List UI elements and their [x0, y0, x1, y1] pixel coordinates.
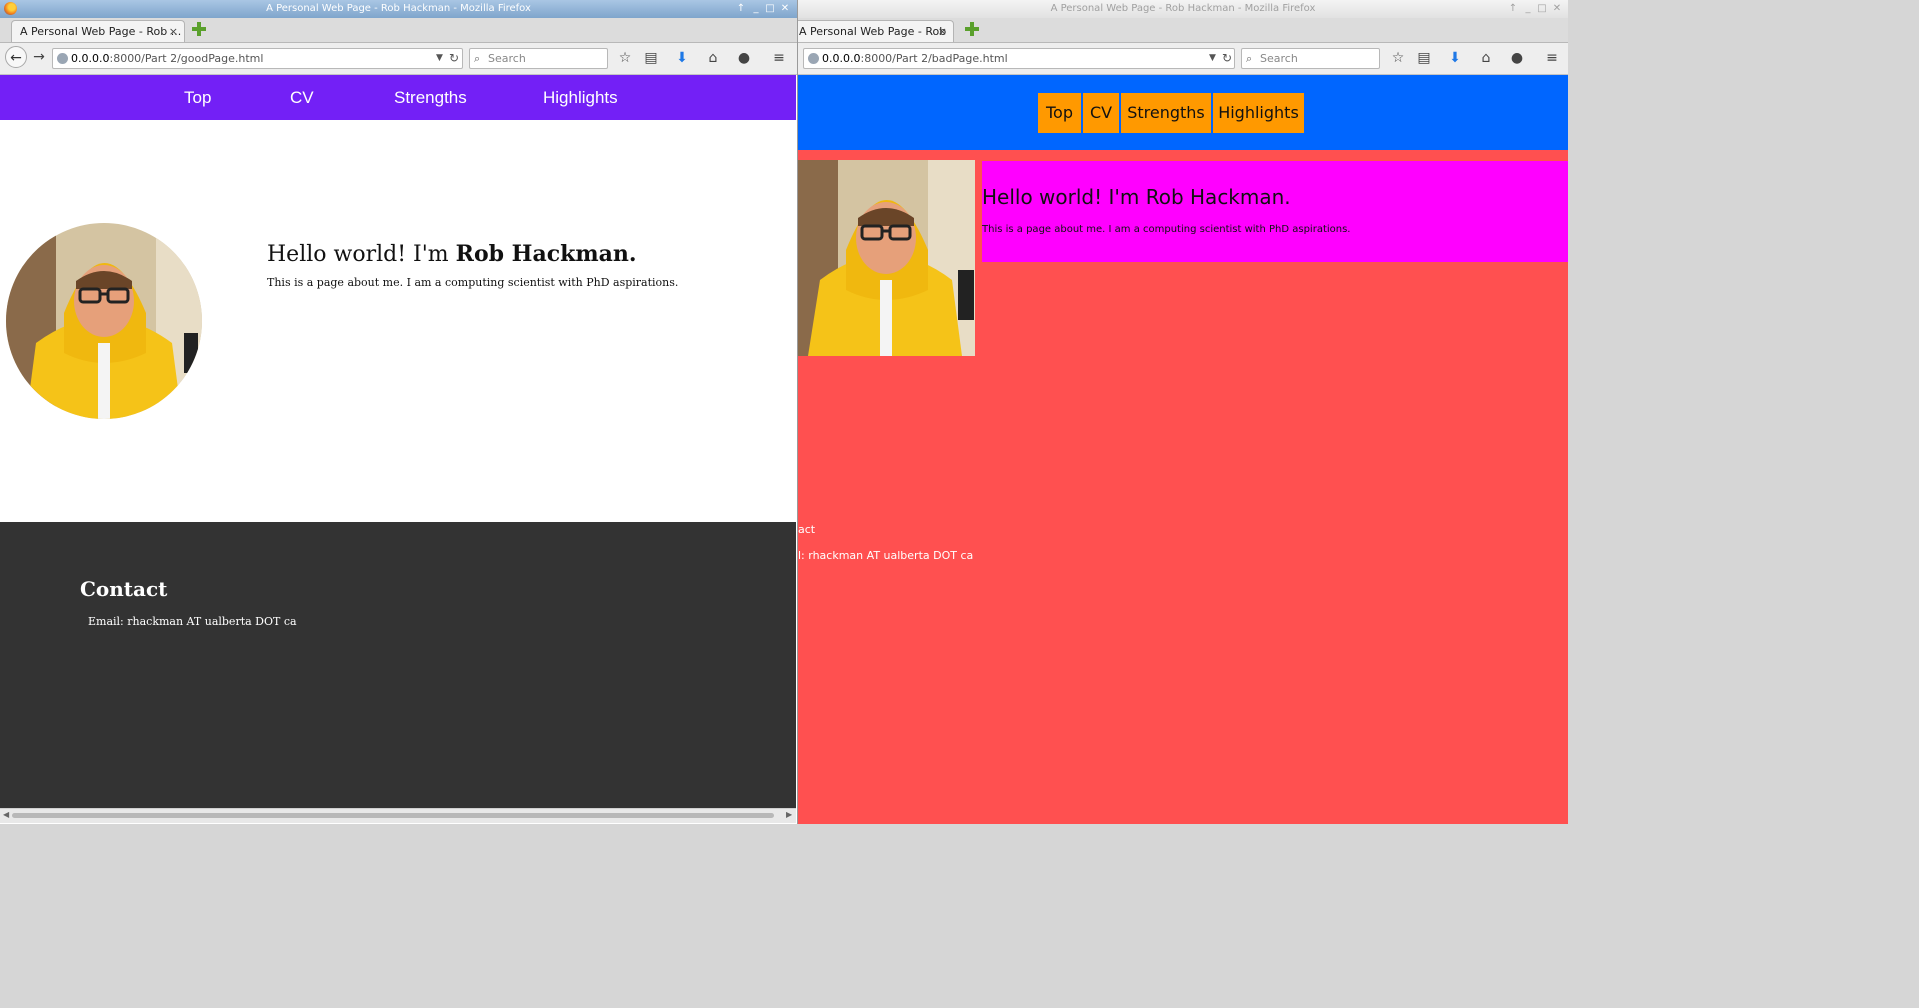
- good-nav-bar: Top CV Strengths Highlights: [0, 75, 796, 120]
- new-tab-icon[interactable]: [192, 22, 206, 36]
- url-dropdown-icon[interactable]: ▼: [436, 49, 443, 68]
- browser-tab[interactable]: A Personal Web Page - Rob ... ×: [798, 20, 954, 60]
- profile-photo-round: [6, 223, 202, 419]
- horizontal-scrollbar[interactable]: ◀ ▶: [0, 808, 796, 823]
- bookmark-star-icon[interactable]: ☆: [616, 49, 634, 67]
- contact-email: Email: rhackman AT ualberta DOT ca: [88, 615, 297, 628]
- intro-heading: Hello world! I'm Rob Hackman.: [982, 185, 1291, 209]
- name-bold: Rob Hackman.: [455, 241, 637, 267]
- good-page-viewport: Top CV Strengths Highlights Hello world!: [0, 75, 797, 824]
- search-icon: ⌕: [1246, 52, 1253, 65]
- tab-strip: A Personal Web Page - Rob ... ×: [798, 18, 1568, 60]
- firefox-logo-icon: [4, 2, 17, 15]
- url-bar[interactable]: 0.0.0.0:8000/Part 2/goodPage.html ▼ ↻: [52, 48, 463, 69]
- window-minimize-icon[interactable]: _: [749, 0, 763, 18]
- nav-toolbar: ← → 0.0.0.0:8000/Part 2/goodPage.html ▼ …: [0, 43, 797, 75]
- url-dropdown-icon[interactable]: ▼: [1209, 49, 1216, 68]
- nav-link-highlights[interactable]: Highlights: [543, 75, 618, 120]
- bad-nav-bar: Top CV Strengths Highlights: [798, 75, 1568, 150]
- browser-window-bad: A Personal Web Page - Rob Hackman - Mozi…: [797, 0, 1568, 824]
- scroll-right-icon[interactable]: ▶: [786, 810, 792, 819]
- contact-email-clipped: l: rhackman AT ualberta DOT ca: [798, 549, 974, 562]
- url-text: 0.0.0.0:8000/Part 2/badPage.html: [822, 52, 1008, 65]
- forward-icon[interactable]: →: [30, 48, 48, 66]
- intro-box: [982, 161, 1568, 262]
- home-icon[interactable]: ⌂: [1477, 49, 1495, 67]
- home-icon[interactable]: ⌂: [704, 49, 722, 67]
- reading-list-icon[interactable]: ▤: [1415, 49, 1433, 67]
- globe-icon: [808, 53, 819, 64]
- browser-window-good: A Personal Web Page - Rob Hackman - Mozi…: [0, 0, 797, 824]
- back-icon[interactable]: ←: [5, 46, 27, 68]
- reload-icon[interactable]: ↻: [449, 49, 459, 68]
- intro-heading: Hello world! I'm Rob Hackman.: [267, 241, 637, 267]
- window-close-icon[interactable]: ✕: [1550, 0, 1564, 18]
- window-maximize-icon[interactable]: □: [1535, 0, 1549, 18]
- reading-list-icon[interactable]: ▤: [642, 49, 660, 67]
- window-titlebar: A Personal Web Page - Rob Hackman - Mozi…: [0, 0, 797, 18]
- scrollbar-thumb[interactable]: [12, 813, 774, 818]
- contact-heading: Contact: [80, 577, 168, 601]
- profile-photo-image: [6, 223, 202, 419]
- tab-close-icon[interactable]: ×: [169, 21, 178, 43]
- window-titlebar: A Personal Web Page - Rob Hackman - Mozi…: [798, 0, 1568, 18]
- bookmark-star-icon[interactable]: ☆: [1389, 49, 1407, 67]
- intro-description: This is a page about me. I am a computin…: [982, 224, 1351, 235]
- search-input[interactable]: ⌕ Search: [1241, 48, 1380, 69]
- downloads-icon[interactable]: ⬇: [673, 49, 691, 67]
- search-icon: ⌕: [474, 52, 481, 65]
- downloads-icon[interactable]: ⬇: [1446, 49, 1464, 67]
- window-close-icon[interactable]: ✕: [778, 0, 792, 18]
- hamburger-menu-icon[interactable]: ≡: [770, 49, 788, 67]
- contact-footer: Contact Email: rhackman AT ualberta DOT …: [0, 522, 796, 812]
- window-title: A Personal Web Page - Rob Hackman - Mozi…: [266, 3, 531, 14]
- new-tab-icon[interactable]: [965, 22, 979, 36]
- intro-description: This is a page about me. I am a computin…: [267, 276, 679, 289]
- nav-link-strengths[interactable]: Strengths: [394, 75, 467, 120]
- nav-button-strengths[interactable]: Strengths: [1121, 93, 1211, 133]
- browser-tab[interactable]: A Personal Web Page - Rob ... ×: [11, 20, 185, 42]
- hamburger-menu-icon[interactable]: ≡: [1543, 49, 1561, 67]
- window-title: A Personal Web Page - Rob Hackman - Mozi…: [1050, 3, 1316, 14]
- bad-page-viewport: Top CV Strengths Highlights Hello world!…: [798, 75, 1568, 824]
- chat-icon[interactable]: ●: [1508, 49, 1526, 67]
- chat-icon[interactable]: ●: [735, 49, 753, 67]
- url-bar[interactable]: 0.0.0.0:8000/Part 2/badPage.html ▼ ↻: [803, 48, 1235, 69]
- nav-toolbar: 0.0.0.0:8000/Part 2/badPage.html ▼ ↻ ⌕ S…: [798, 43, 1568, 75]
- tab-strip: A Personal Web Page - Rob ... ×: [0, 18, 797, 43]
- url-text: 0.0.0.0:8000/Part 2/goodPage.html: [71, 52, 264, 65]
- window-minimize-icon[interactable]: _: [1521, 0, 1535, 18]
- profile-photo-square: [798, 160, 975, 356]
- tab-title: A Personal Web Page - Rob ...: [20, 25, 182, 38]
- reload-icon[interactable]: ↻: [1222, 49, 1232, 68]
- scroll-left-icon[interactable]: ◀: [3, 810, 9, 819]
- window-maximize-icon[interactable]: □: [763, 0, 777, 18]
- nav-button-cv[interactable]: CV: [1083, 93, 1119, 133]
- nav-link-top[interactable]: Top: [184, 75, 211, 120]
- nav-button-highlights[interactable]: Highlights: [1213, 93, 1304, 133]
- nav-button-top[interactable]: Top: [1038, 93, 1081, 133]
- contact-heading-clipped: act: [798, 523, 816, 536]
- profile-photo-image: [798, 160, 975, 356]
- window-pin-icon[interactable]: ↑: [1506, 0, 1520, 18]
- window-pin-icon[interactable]: ↑: [734, 0, 748, 18]
- nav-link-cv[interactable]: CV: [290, 75, 314, 120]
- globe-icon: [57, 53, 68, 64]
- tab-close-icon[interactable]: ×: [938, 21, 947, 43]
- search-input[interactable]: ⌕ Search: [469, 48, 608, 69]
